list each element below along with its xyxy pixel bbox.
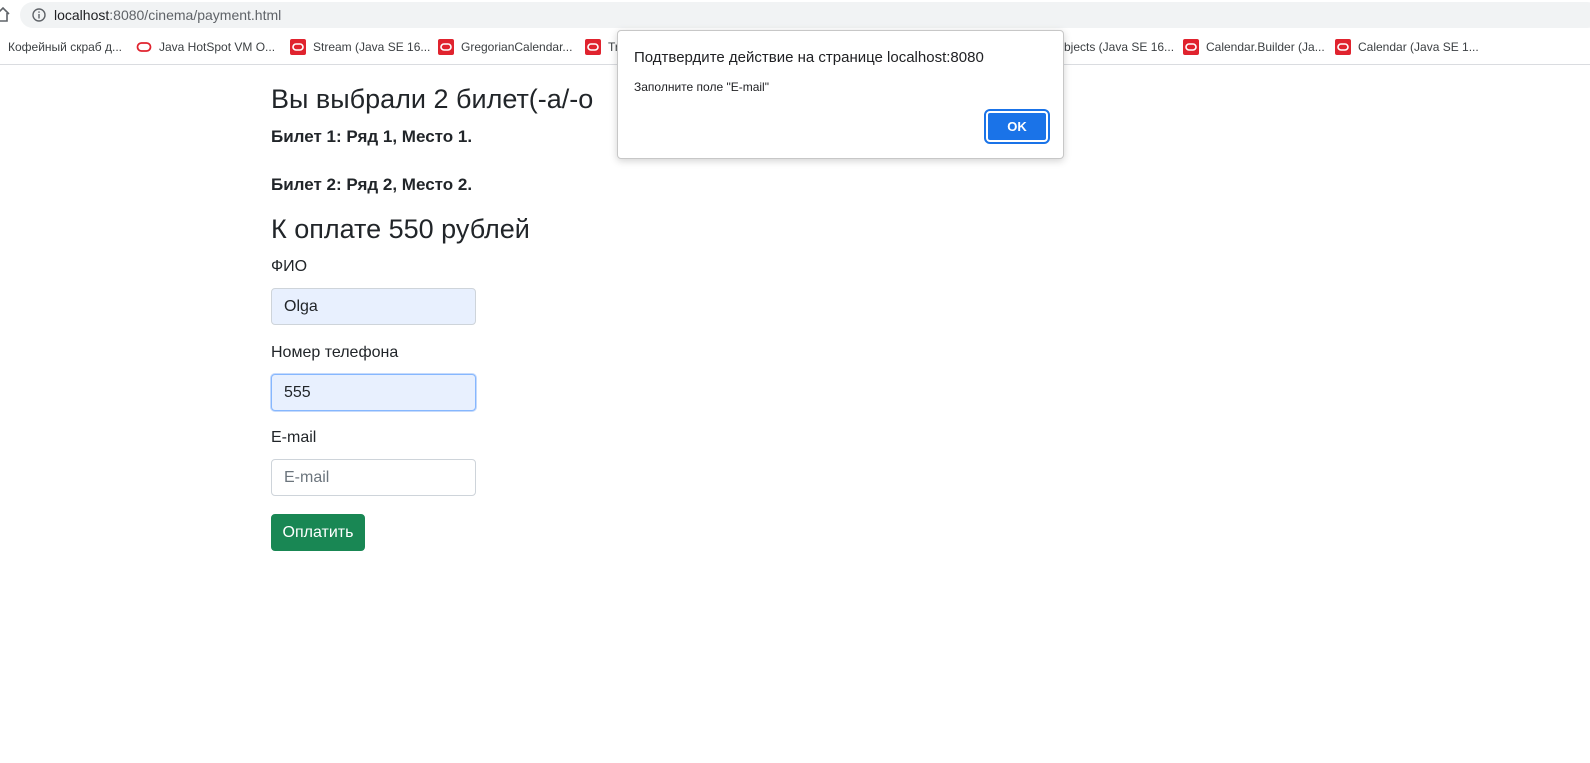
oracle-icon [1335, 39, 1351, 55]
bookmark-label: Кофейный скраб д... [8, 40, 123, 54]
oracle-ring-icon [136, 42, 152, 52]
bookmark-item[interactable]: Calendar (Java SE 1... [1335, 39, 1479, 55]
bookmark-label: Stream (Java SE 16... [313, 40, 431, 54]
browser-toolbar: localhost:8080/cinema/payment.html [0, 0, 1590, 30]
email-input[interactable] [271, 459, 476, 496]
url-path: :8080/cinema/payment.html [109, 7, 282, 23]
page-title: Вы выбрали 2 билет(-а/-о [271, 84, 594, 114]
phone-input[interactable] [271, 374, 476, 411]
dialog-title: Подтвердите действие на странице localho… [634, 49, 984, 66]
bookmark-label: Calendar.Builder (Ja... [1206, 40, 1325, 54]
bookmark-label: Calendar (Java SE 1... [1358, 40, 1479, 54]
bookmark-item[interactable]: GregorianCalendar... [438, 39, 572, 55]
ticket-line: Билет 2: Ряд 2, Место 2. [271, 175, 473, 194]
ticket-line: Билет 1: Ряд 1, Место 1. [271, 127, 473, 146]
dialog-message: Заполните поле "E-mail" [634, 80, 769, 94]
alert-dialog: Подтвердите действие на странице localho… [617, 30, 1064, 159]
url-host: localhost [54, 7, 110, 23]
oracle-icon [290, 39, 306, 55]
address-bar[interactable]: localhost:8080/cinema/payment.html [20, 2, 1590, 28]
bookmark-item[interactable]: Calendar.Builder (Ja... [1183, 39, 1325, 55]
bookmark-item[interactable]: Java HotSpot VM O... [136, 39, 275, 55]
email-label: E-mail [271, 429, 317, 446]
bookmark-label: Java HotSpot VM O... [159, 40, 276, 54]
bookmark-item[interactable]: Tr [585, 39, 619, 55]
total-amount: К оплате 550 рублей [271, 214, 530, 244]
home-icon[interactable] [0, 6, 10, 22]
bookmark-item[interactable]: bjects (Java SE 16... [1064, 39, 1174, 55]
bookmark-label: GregorianCalendar... [461, 40, 573, 54]
phone-label: Номер телефона [271, 344, 399, 361]
oracle-icon [585, 39, 601, 55]
bookmark-item[interactable]: Кофейный скраб д... [8, 39, 122, 55]
name-label: ФИО [271, 258, 308, 275]
dialog-ok-button[interactable]: OK [984, 109, 1050, 144]
bookmark-label: bjects (Java SE 16... [1064, 40, 1175, 54]
oracle-icon [438, 39, 454, 55]
pay-button[interactable]: Оплатить [271, 514, 365, 551]
name-input[interactable] [271, 288, 476, 325]
oracle-icon [1183, 39, 1199, 55]
bookmark-item[interactable]: Stream (Java SE 16... [290, 39, 430, 55]
info-icon[interactable] [32, 8, 46, 22]
url-text[interactable]: localhost:8080/cinema/payment.html [54, 6, 281, 24]
